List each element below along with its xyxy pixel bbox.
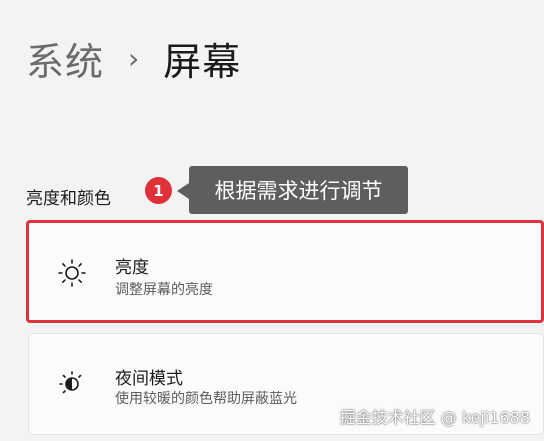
night-mode-subtitle: 使用较暖的颜色帮助屏蔽蓝光	[115, 391, 297, 407]
night-mode-icon	[59, 371, 82, 394]
breadcrumb-separator-icon: ›	[128, 41, 140, 75]
step-badge: 1	[145, 177, 172, 204]
night-mode-title: 夜间模式	[115, 369, 183, 389]
brightness-card[interactable]: 亮度 调整屏幕的亮度	[26, 220, 544, 323]
brightness-subtitle: 调整屏幕的亮度	[115, 282, 213, 298]
sun-icon	[58, 259, 86, 287]
annotation-callout: 根据需求进行调节	[177, 166, 408, 214]
page-title: 屏幕	[163, 39, 242, 84]
watermark: 掘金技术社区 @ keji1688	[339, 408, 530, 427]
section-title: 亮度和颜色	[26, 189, 111, 209]
breadcrumb-parent[interactable]: 系统	[26, 31, 104, 86]
brightness-title: 亮度	[115, 258, 149, 278]
breadcrumb: 系统 › 屏幕	[26, 30, 241, 86]
